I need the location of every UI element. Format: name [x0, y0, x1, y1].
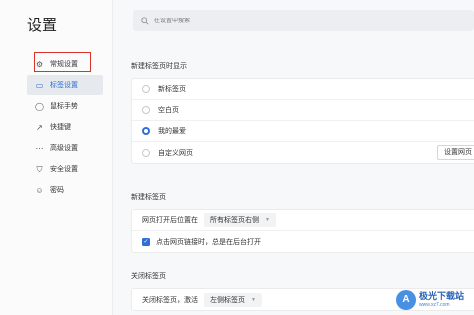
section-title-new-tab: 新建标签页 — [131, 194, 166, 201]
sidebar-item-label: 鼠标手势 — [50, 103, 78, 110]
sidebar-item-password[interactable]: ☺ 密码 — [27, 180, 103, 200]
highlight-annotation — [34, 52, 91, 72]
mouse-icon: ◯ — [35, 101, 44, 111]
sidebar-item-label: 密码 — [50, 187, 64, 194]
new-tab-card: 网页打开后位置在 所有标签页右侧 ▼ ✓ 点击网页链接时，总是在后台打开 — [131, 209, 474, 253]
shortcut-icon: ↗ — [36, 122, 43, 132]
option-label: 新标签页 — [158, 86, 186, 93]
background-open-label: 点击网页链接时，总是在后台打开 — [156, 238, 261, 246]
open-position-select[interactable]: 所有标签页右侧 ▼ — [204, 213, 276, 227]
watermark-url: www.xz7.com — [419, 302, 450, 308]
watermark-name: 极光下载站 — [419, 291, 465, 301]
open-position-row: 网页打开后位置在 所有标签页右侧 ▼ — [132, 210, 474, 231]
search-input[interactable] — [154, 17, 354, 24]
radio-option-new-tab[interactable]: 新标签页 — [132, 79, 474, 100]
radio-option-blank[interactable]: 空白页 — [132, 100, 474, 121]
option-label: 我的最爱 — [158, 128, 186, 135]
open-position-label: 网页打开后位置在 — [142, 217, 198, 224]
sidebar-item-shortcuts[interactable]: ↗ 快捷键 — [27, 117, 103, 137]
sidebar-nav: ⚙ 常规设置 ▭ 标签设置 ◯ 鼠标手势 ↗ 快捷键 ⋯ 高级设置 ⛉ 安全设置… — [27, 54, 103, 201]
more-icon: ⋯ — [35, 143, 44, 153]
sidebar-item-mouse-gestures[interactable]: ◯ 鼠标手势 — [27, 96, 103, 116]
activate-label: 关闭标签页，激活 — [142, 296, 198, 304]
shield-icon: ⛉ — [36, 164, 43, 174]
option-label: 空白页 — [158, 107, 179, 114]
chevron-down-icon: ▼ — [265, 217, 270, 223]
sidebar-item-label: 快捷键 — [50, 124, 71, 131]
watermark-logo-icon: A — [396, 290, 416, 310]
user-icon: ☺ — [35, 185, 44, 195]
sidebar-item-label: 标签设置 — [50, 82, 78, 89]
page-title: 设置 — [27, 17, 58, 34]
new-tab-display-card: 新标签页 空白页 我的最爱 自定义网页 设置网页 — [131, 78, 474, 164]
sidebar: 设置 ⚙ 常规设置 ▭ 标签设置 ◯ 鼠标手势 ↗ 快捷键 ⋯ 高级设置 ⛉ 安… — [0, 0, 113, 315]
option-label: 自定义网页 — [158, 149, 193, 157]
watermark: A 极光下载站 www.xz7.com — [396, 288, 474, 312]
search-icon — [141, 16, 149, 25]
checkbox-checked[interactable]: ✓ — [142, 237, 150, 246]
background-open-row[interactable]: ✓ 点击网页链接时，总是在后台打开 — [132, 231, 474, 252]
section-title-new-tab-display: 新建标签页时显示 — [131, 63, 187, 70]
sidebar-item-label: 高级设置 — [50, 145, 78, 152]
radio-button[interactable] — [142, 148, 150, 157]
radio-option-custom-page[interactable]: 自定义网页 设置网页 — [132, 142, 474, 163]
radio-option-favorites[interactable]: 我的最爱 — [132, 121, 474, 142]
radio-button-selected[interactable] — [142, 127, 150, 135]
radio-button[interactable] — [142, 106, 150, 114]
sidebar-item-security[interactable]: ⛉ 安全设置 — [27, 159, 103, 179]
section-title-close-tab: 关闭标签页 — [131, 273, 166, 280]
set-page-button[interactable]: 设置网页 — [437, 145, 474, 160]
sidebar-item-advanced[interactable]: ⋯ 高级设置 — [27, 138, 103, 158]
tab-icon: ▭ — [35, 80, 44, 90]
activate-select[interactable]: 左侧标签页 ▼ — [204, 292, 262, 307]
chevron-down-icon: ▼ — [251, 296, 256, 303]
radio-button[interactable] — [142, 85, 150, 93]
sidebar-item-tabs[interactable]: ▭ 标签设置 — [27, 75, 103, 95]
search-bar — [133, 10, 474, 31]
sidebar-item-label: 安全设置 — [50, 166, 78, 173]
